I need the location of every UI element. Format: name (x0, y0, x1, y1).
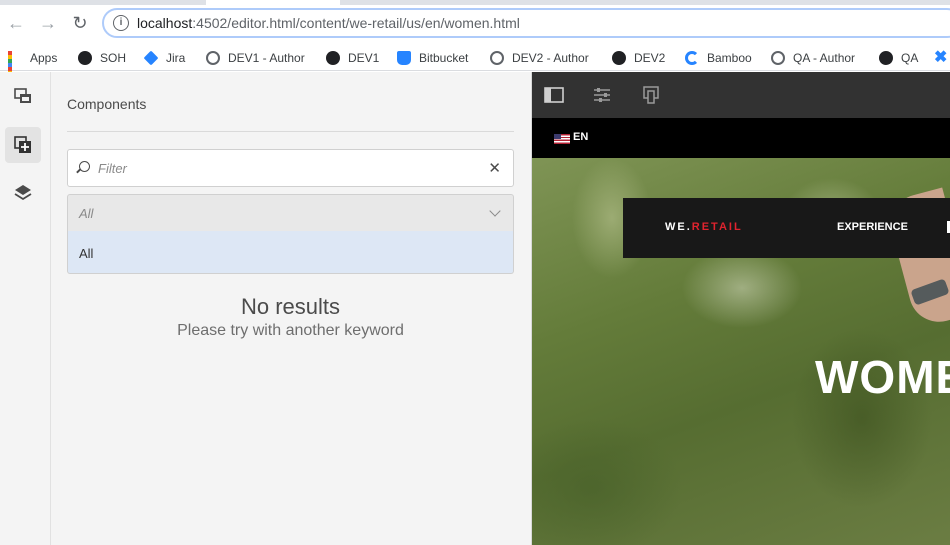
bookmarks-bar: Apps SOH Jira DEV1 - Author DEV1 Bitbuck… (0, 45, 950, 87)
clear-icon[interactable]: ✕ (488, 159, 501, 177)
empty-state-title: No results (240, 294, 341, 319)
assets-icon[interactable] (5, 78, 41, 114)
components-panel: Components Filter ✕ All All No results P… (51, 72, 532, 545)
url-host: localhost (137, 15, 193, 31)
bookmark-label: QA - Author (793, 51, 856, 65)
bookmark-jira[interactable]: Jira (143, 48, 186, 68)
hero-title: WOMEN (815, 351, 950, 403)
bookmark-label: Bamboo (707, 51, 752, 65)
bamboo-icon (685, 51, 699, 65)
search-icon (79, 161, 90, 172)
components-svg (14, 136, 31, 153)
bookmark-qa[interactable]: QA (879, 48, 918, 68)
bitbucket-icon (397, 51, 411, 65)
bookmark-dev2-author[interactable]: DEV2 - Author (490, 48, 589, 68)
group-option-all[interactable]: All (67, 231, 514, 274)
chevron-down-icon (489, 205, 501, 217)
bookmark-label: SOH (100, 51, 127, 65)
confluence-icon: ✖ (934, 49, 948, 66)
apps-grid-icon (8, 51, 22, 87)
bookmark-qa-author[interactable]: QA - Author (771, 48, 855, 68)
empty-state-subtitle: Please try with another keyword (177, 322, 404, 339)
side-rail (0, 72, 51, 545)
layers-icon[interactable] (5, 175, 41, 211)
globe-icon (206, 51, 220, 65)
panel-title: Components (67, 96, 147, 112)
properties-icon[interactable] (592, 86, 612, 104)
bookmark-bitbucket[interactable]: Bitbucket (397, 48, 468, 68)
dark-logo-icon (78, 51, 92, 65)
bookmark-apps[interactable]: Apps (8, 48, 58, 87)
tab-strip (0, 0, 950, 5)
layers-svg (14, 185, 32, 201)
bookmark-dev2[interactable]: DEV2 (612, 48, 665, 68)
bookmark-dev1[interactable]: DEV1 (326, 48, 379, 68)
logo-suffix: RETAIL (691, 221, 743, 233)
nav-item-experience[interactable]: EXPERIENCE (837, 221, 908, 233)
active-tab[interactable] (206, 0, 340, 5)
language-code[interactable]: EN (573, 131, 588, 143)
bookmark-dev1-author[interactable]: DEV1 - Author (206, 48, 305, 68)
dark-logo-icon (326, 51, 340, 65)
group-select[interactable]: All (67, 194, 514, 232)
bookmark-extra[interactable]: ✖ (934, 48, 950, 68)
toggle-panel-icon[interactable] (544, 86, 564, 104)
url-text[interactable]: localhost:4502/editor.html/content/we-re… (137, 15, 520, 31)
bookmark-label: DEV2 (634, 51, 666, 65)
bookmark-label: DEV1 (348, 51, 380, 65)
bookmark-label: Apps (30, 51, 58, 65)
hero-image: WE.RETAIL EXPERIENCE WOMEN (532, 158, 950, 545)
components-icon[interactable] (5, 127, 41, 163)
browser-toolbar: ← → ↻ i localhost:4502/editor.html/conte… (0, 0, 950, 45)
bookmark-label: DEV1 - Author (228, 51, 305, 65)
bookmark-label: Jira (166, 51, 186, 65)
forward-icon[interactable]: → (37, 12, 59, 34)
jira-icon (143, 50, 159, 66)
filter-input[interactable]: Filter ✕ (67, 149, 514, 187)
us-flag-icon (554, 134, 570, 144)
editor-toolbar (532, 72, 950, 118)
bookmark-bamboo[interactable]: Bamboo (685, 48, 752, 68)
language-bar: EN (532, 118, 950, 158)
reload-icon[interactable]: ↻ (69, 12, 91, 34)
bookmark-label: DEV2 - Author (512, 51, 589, 65)
option-label: All (79, 246, 94, 261)
dark-logo-icon (879, 51, 893, 65)
bookmark-label: QA (901, 51, 919, 65)
site-navbar: WE.RETAIL EXPERIENCE (623, 198, 950, 258)
emulator-icon[interactable] (641, 86, 661, 104)
assets-svg (14, 88, 31, 103)
globe-icon (490, 51, 504, 65)
group-select-value: All (79, 206, 94, 221)
page-preview: EN WE.RETAIL EXPERIENCE WOMEN (532, 72, 950, 545)
address-bar[interactable]: i localhost:4502/editor.html/content/we-… (102, 8, 950, 38)
dark-logo-icon (612, 51, 626, 65)
bookmark-soh[interactable]: SOH (78, 48, 126, 68)
bookmark-label: Bitbucket (419, 51, 469, 65)
divider (67, 131, 514, 132)
empty-state: No results Please try with another keywo… (67, 294, 514, 340)
site-info-icon[interactable]: i (113, 15, 129, 31)
globe-icon (771, 51, 785, 65)
filter-placeholder: Filter (98, 161, 127, 176)
site-logo[interactable]: WE.RETAIL (665, 221, 743, 233)
url-path: :4502/editor.html/content/we-retail/us/e… (192, 15, 520, 31)
logo-prefix: WE. (665, 221, 692, 233)
back-icon[interactable]: ← (5, 12, 27, 34)
